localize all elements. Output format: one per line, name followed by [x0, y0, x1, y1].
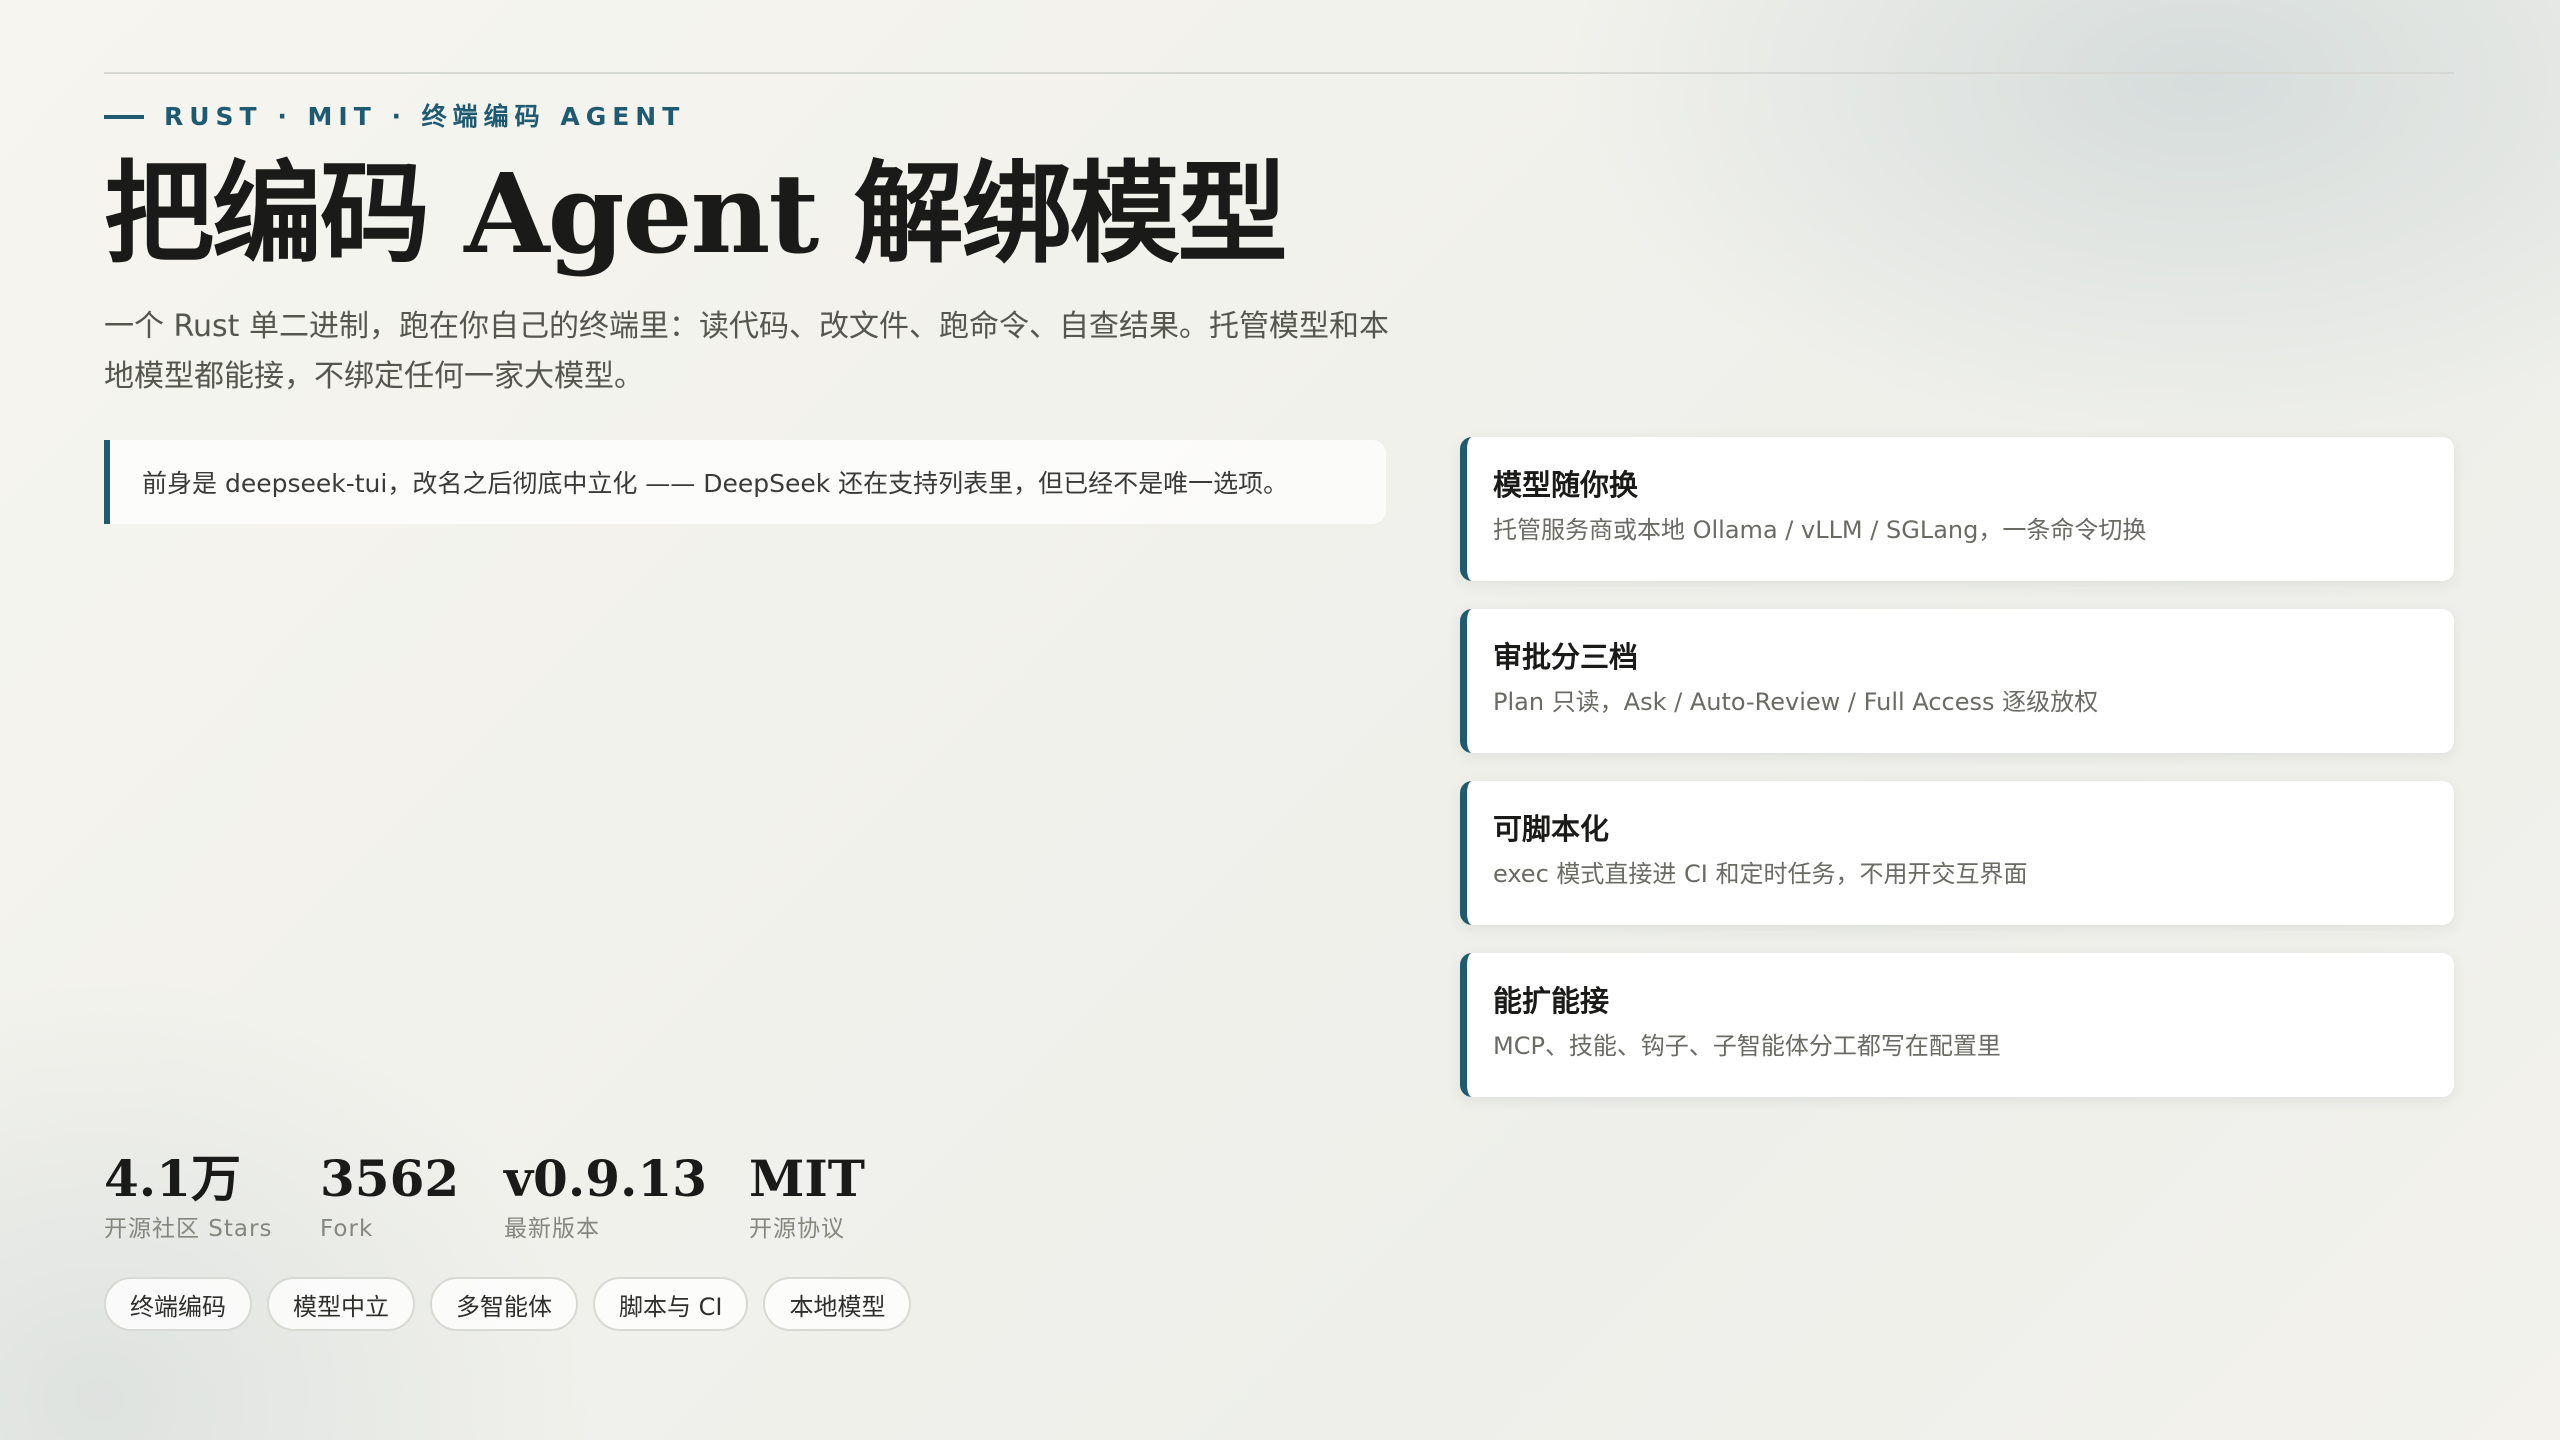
stat-label: Fork — [320, 1216, 374, 1242]
stat-value: v0.9.13 — [504, 1149, 708, 1208]
tag-list: 终端编码 模型中立 多智能体 脚本与 CI 本地模型 — [104, 1277, 912, 1331]
feature-title: 能扩能接 — [1493, 984, 1610, 1018]
feature-list: 模型随你换 托管服务商或本地 Ollama / vLLM / SGLang，一条… — [1460, 437, 2454, 1097]
feature-title: 审批分三档 — [1493, 640, 1639, 674]
stat-value: 4.1万 — [104, 1149, 241, 1208]
history-note: 前身是 deepseek-tui，改名之后彻底中立化 —— DeepSeek 还… — [104, 440, 1386, 524]
feature-card-model-switch: 模型随你换 托管服务商或本地 Ollama / vLLM / SGLang，一条… — [1460, 437, 2454, 581]
page-title: 把编码 Agent 解绑模型 — [104, 149, 1288, 278]
tag-model-neutral[interactable]: 模型中立 — [267, 1277, 415, 1331]
stat-label: 开源社区 Stars — [104, 1216, 273, 1242]
feature-desc: 托管服务商或本地 Ollama / vLLM / SGLang，一条命令切换 — [1493, 516, 2147, 544]
page-subtitle: 一个 Rust 单二进制，跑在你自己的终端里：读代码、改文件、跑命令、自查结果。… — [104, 309, 1389, 394]
tag-local-model[interactable]: 本地模型 — [763, 1277, 912, 1331]
feature-card-approval-levels: 审批分三档 Plan 只读，Ask / Auto-Review / Full A… — [1460, 609, 2454, 753]
feature-card-scriptable: 可脚本化 exec 模式直接进 CI 和定时任务，不用开交互界面 — [1460, 781, 2454, 925]
history-note-text: 前身是 deepseek-tui，改名之后彻底中立化 —— DeepSeek 还… — [142, 469, 1289, 498]
top-divider — [104, 72, 2454, 74]
tag-terminal-coding[interactable]: 终端编码 — [104, 1277, 252, 1331]
stat-version: v0.9.13 最新版本 — [504, 1148, 749, 1244]
feature-desc: exec 模式直接进 CI 和定时任务，不用开交互界面 — [1493, 860, 2028, 888]
stat-forks: 3562 Fork — [320, 1148, 504, 1244]
stat-stars: 4.1万 开源社区 Stars — [104, 1148, 320, 1244]
feature-desc: Plan 只读，Ask / Auto-Review / Full Access … — [1493, 688, 2099, 716]
tag-multi-agent[interactable]: 多智能体 — [430, 1277, 578, 1331]
feature-desc: MCP、技能、钩子、子智能体分工都写在配置里 — [1493, 1032, 2001, 1060]
eyebrow: RUST · MIT · 终端编码 AGENT — [104, 100, 685, 134]
feature-card-extensible: 能扩能接 MCP、技能、钩子、子智能体分工都写在配置里 — [1460, 953, 2454, 1097]
stat-value: 3562 — [320, 1149, 460, 1208]
stat-label: 最新版本 — [504, 1216, 600, 1242]
eyebrow-dash — [104, 115, 144, 119]
stat-license: MIT 开源协议 — [749, 1148, 899, 1244]
stats-row: 4.1万 开源社区 Stars 3562 Fork v0.9.13 最新版本 M… — [104, 1148, 899, 1244]
feature-title: 模型随你换 — [1493, 468, 1639, 502]
feature-title: 可脚本化 — [1493, 812, 1610, 846]
stat-label: 开源协议 — [749, 1216, 845, 1242]
stat-value: MIT — [749, 1149, 865, 1208]
eyebrow-text: RUST · MIT · 终端编码 AGENT — [164, 102, 686, 131]
tag-script-ci[interactable]: 脚本与 CI — [593, 1277, 749, 1331]
